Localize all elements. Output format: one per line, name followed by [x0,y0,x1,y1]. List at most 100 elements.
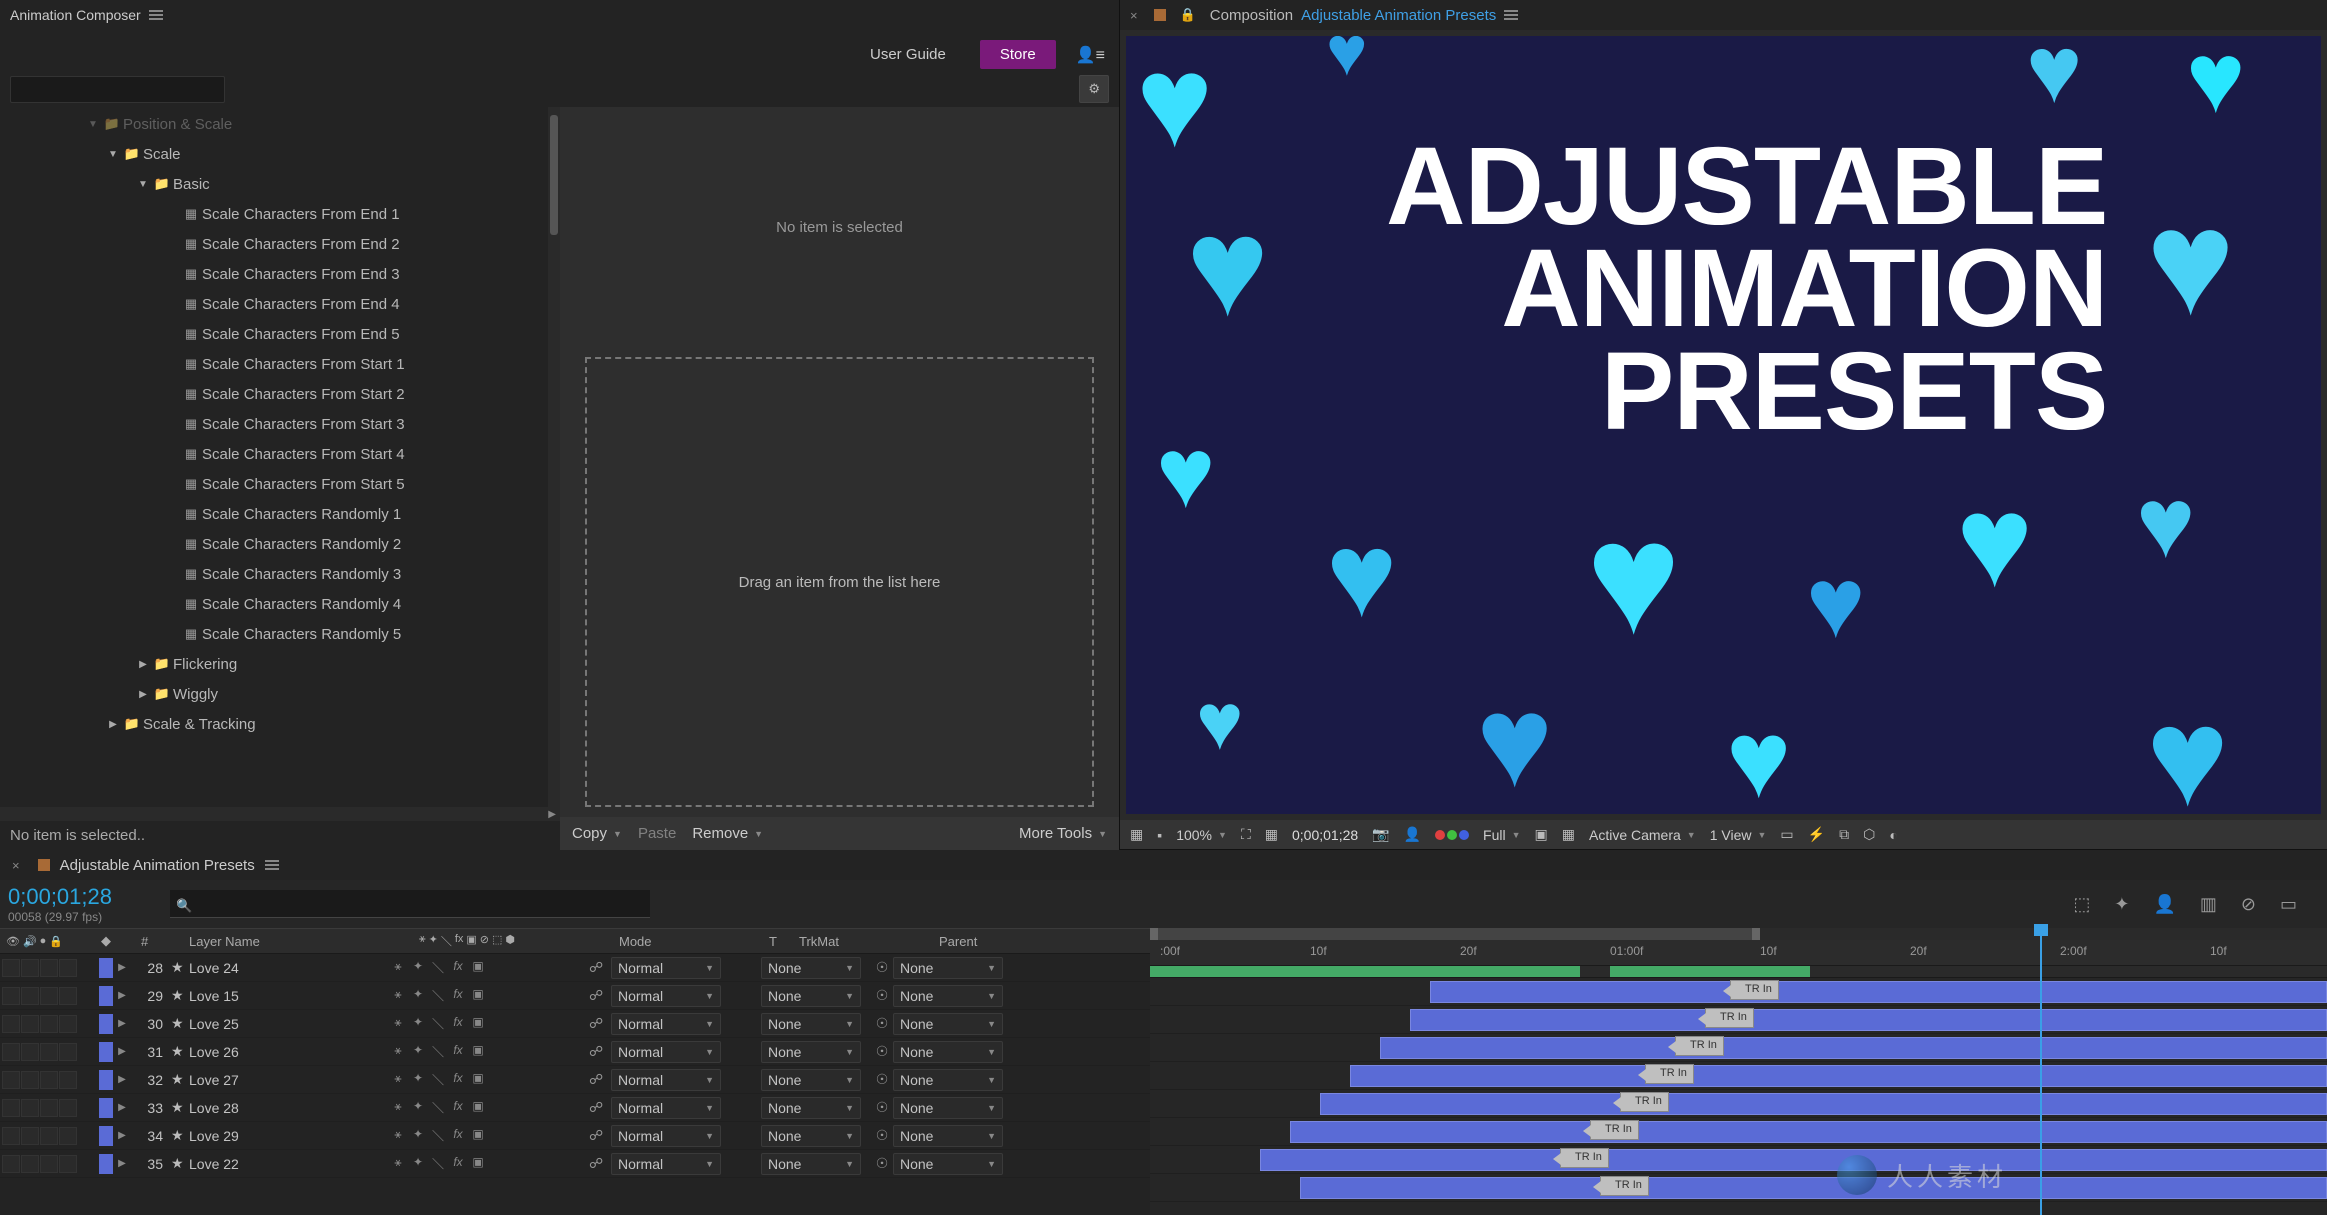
audio-col-icon[interactable]: 🔊 [23,935,37,948]
layer-row[interactable]: ▶31★Love 26⚹✦＼fx▣☍Normal▼None▼☉None▼ [0,1038,1150,1066]
tree-item[interactable]: ▦Scale Characters From End 2 [0,229,560,259]
layer-marker[interactable]: TR In [1560,1148,1609,1168]
layer-switches-row[interactable]: ⚹✦＼fx▣ [389,987,589,1004]
layer-switches[interactable] [0,1015,95,1033]
parent-dropdown[interactable]: None▼ [893,985,1003,1007]
remove-button[interactable]: Remove▼ [692,825,763,842]
motion-blur-icon[interactable]: ⊘ [2241,894,2256,915]
tree-item[interactable]: ▦Scale Characters From Start 1 [0,349,560,379]
fast-preview-icon[interactable]: ⚡ [1808,826,1825,843]
comp-mini-flowchart-icon[interactable]: ⬚ [2073,894,2090,915]
tree-item[interactable]: ▦Scale Characters From End 1 [0,199,560,229]
layer-switches[interactable] [0,1071,95,1089]
track-row[interactable]: TR In [1150,978,2327,1006]
layer-switches-row[interactable]: ⚹✦＼fx▣ [389,1043,589,1060]
layer-clip[interactable] [1290,1121,2327,1143]
viewer-timecode[interactable]: 0;00;01;28 [1292,827,1358,843]
alpha-icon[interactable]: ▪ [1157,827,1162,843]
shy-icon[interactable]: 👤 [2153,894,2175,915]
snapshot-icon[interactable]: 📷 [1372,826,1389,843]
pickwhip-icon[interactable]: ☍ [589,1071,611,1088]
zoom-dropdown[interactable]: 100%▼ [1176,827,1227,843]
col-t[interactable]: T [753,934,793,949]
pickwhip-icon[interactable]: ☍ [589,959,611,976]
tree-item[interactable]: ▦Scale Characters From End 4 [0,289,560,319]
roi-icon[interactable]: ⛶ [1241,826,1251,843]
layer-name[interactable]: Love 24 [189,960,389,976]
track-row[interactable]: TR In [1150,1090,2327,1118]
tree-item[interactable]: ▦Scale Characters Randomly 3 [0,559,560,589]
user-guide-button[interactable]: User Guide [856,40,960,69]
layer-row[interactable]: ▶29★Love 15⚹✦＼fx▣☍Normal▼None▼☉None▼ [0,982,1150,1010]
tree-folder-scale-tracking[interactable]: ▶📁Scale & Tracking [0,709,560,739]
grid-icon[interactable]: ▦ [1265,826,1278,843]
more-tools-button[interactable]: More Tools▼ [1019,825,1107,842]
lock-col-icon[interactable]: 🔒 [49,935,63,948]
parent-pickwhip-icon[interactable]: ☉ [871,987,893,1004]
solo-col-icon[interactable]: ● [40,935,47,948]
tree-item[interactable]: ▦Scale Characters From End 3 [0,259,560,289]
switches-icon[interactable]: ⚹ [419,933,426,949]
pickwhip-icon[interactable]: ☍ [589,1015,611,1032]
layer-marker[interactable]: TR In [1730,980,1779,1000]
layer-clip[interactable] [1320,1093,2327,1115]
work-area-bar[interactable] [1150,966,2327,978]
parent-pickwhip-icon[interactable]: ☉ [871,1043,893,1060]
parent-dropdown[interactable]: None▼ [893,1153,1003,1175]
viewer-options-icon[interactable]: ▦ [1130,826,1143,843]
preset-tree[interactable]: ▼ 📁 Position & Scale ▼ 📁 Scale ▼ 📁 [0,107,560,741]
layer-switches-row[interactable]: ⚹✦＼fx▣ [389,1155,589,1172]
layer-label-color[interactable] [99,1126,113,1146]
timeline-comp-name[interactable]: Adjustable Animation Presets [60,857,255,874]
layer-row[interactable]: ▶34★Love 29⚹✦＼fx▣☍Normal▼None▼☉None▼ [0,1122,1150,1150]
layer-switches-row[interactable]: ⚹✦＼fx▣ [389,1015,589,1032]
pickwhip-icon[interactable]: ☍ [589,1155,611,1172]
parent-pickwhip-icon[interactable]: ☉ [871,1099,893,1116]
chevron-right-icon[interactable]: ▶ [113,962,131,973]
layer-row[interactable]: ▶28★Love 24⚹✦＼fx▣☍Normal▼None▼☉None▼ [0,954,1150,982]
tree-item[interactable]: ▦Scale Characters From Start 4 [0,439,560,469]
chevron-right-icon[interactable]: ▶ [113,1018,131,1029]
layer-row[interactable]: ▶30★Love 25⚹✦＼fx▣☍Normal▼None▼☉None▼ [0,1010,1150,1038]
tree-folder-position-scale[interactable]: ▼ 📁 Position & Scale [0,109,560,139]
col-num[interactable]: # [135,934,183,949]
tree-item[interactable]: ▦Scale Characters Randomly 5 [0,619,560,649]
tree-scrollbar[interactable] [548,107,560,807]
chevron-right-icon[interactable]: ▶ [113,990,131,1001]
layer-clip[interactable] [1350,1065,2327,1087]
transparency-grid-icon[interactable]: ▦ [1562,826,1575,843]
pickwhip-icon[interactable]: ☍ [589,987,611,1004]
layer-clip[interactable] [1300,1177,2327,1199]
layer-switches[interactable] [0,987,95,1005]
layer-clip[interactable] [1260,1149,2327,1171]
blend-mode-dropdown[interactable]: Normal▼ [611,1041,721,1063]
blend-mode-dropdown[interactable]: Normal▼ [611,1097,721,1119]
layer-name[interactable]: Love 15 [189,988,389,1004]
layer-marker[interactable]: TR In [1675,1036,1724,1056]
col-trkmat[interactable]: TrkMat [793,934,933,949]
trkmat-dropdown[interactable]: None▼ [761,1125,861,1147]
chevron-right-icon[interactable]: ▶ [113,1102,131,1113]
layer-switches[interactable] [0,1043,95,1061]
graph-editor-icon[interactable]: ▭ [2280,894,2297,915]
pickwhip-icon[interactable]: ☍ [589,1043,611,1060]
camera-dropdown[interactable]: Active Camera▼ [1589,827,1696,843]
preset-search-input[interactable] [10,76,225,103]
parent-pickwhip-icon[interactable]: ☉ [871,1127,893,1144]
draft-3d-icon[interactable]: ✦ [2114,894,2129,915]
pickwhip-icon[interactable]: ☍ [589,1127,611,1144]
channel-icon[interactable] [1435,830,1469,840]
layer-row[interactable]: ▶33★Love 28⚹✦＼fx▣☍Normal▼None▼☉None▼ [0,1094,1150,1122]
parent-dropdown[interactable]: None▼ [893,1097,1003,1119]
frame-blend-icon[interactable]: ▥ [2200,894,2217,915]
resolution-dropdown[interactable]: Full▼ [1483,827,1520,843]
layer-marker[interactable]: TR In [1590,1120,1639,1140]
parent-pickwhip-icon[interactable]: ☉ [871,1015,893,1032]
label-col-icon[interactable]: ◆ [101,933,111,948]
layer-label-color[interactable] [99,986,113,1006]
pickwhip-icon[interactable]: ☍ [589,1099,611,1116]
chevron-right-icon[interactable]: ▶ [113,1130,131,1141]
layer-name[interactable]: Love 28 [189,1100,389,1116]
layer-switches-row[interactable]: ⚹✦＼fx▣ [389,959,589,976]
layer-name[interactable]: Love 25 [189,1016,389,1032]
